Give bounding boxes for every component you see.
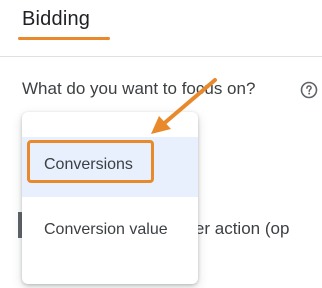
- dropdown-option-conversions[interactable]: Conversions: [22, 137, 198, 197]
- section-title: Bidding: [22, 8, 91, 30]
- title-underline-annotation: [18, 37, 110, 40]
- section-divider: [0, 56, 322, 57]
- dropdown-option-label: Conversion value: [44, 221, 168, 238]
- focus-question-label: What do you want to focus on?: [22, 79, 256, 98]
- focus-dropdown-menu[interactable]: Conversions Conversion value: [22, 112, 198, 284]
- dropdown-option-label: Conversions: [44, 156, 133, 173]
- help-circle-icon[interactable]: [300, 81, 318, 99]
- dropdown-option-conversion-value[interactable]: Conversion value: [22, 202, 198, 258]
